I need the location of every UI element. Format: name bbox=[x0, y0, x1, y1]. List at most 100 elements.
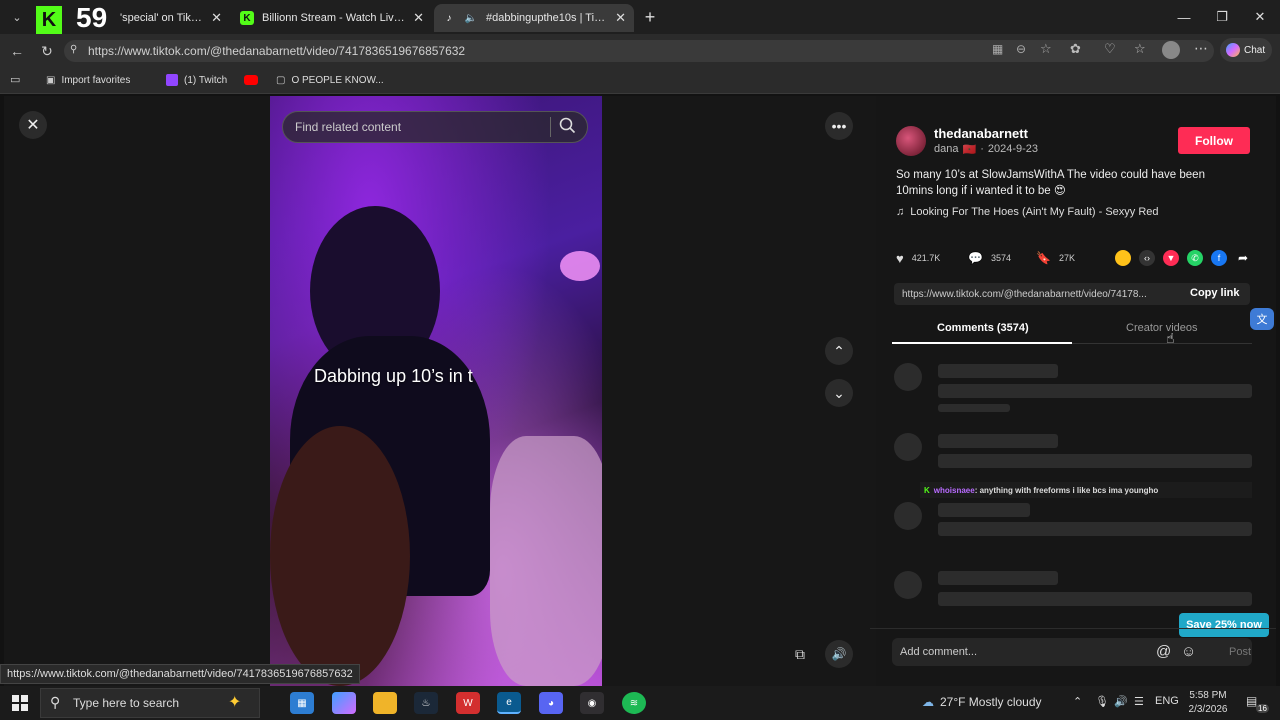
bookmark-label: O PEOPLE KNOW... bbox=[291, 74, 384, 86]
bookmark-label: Import favorites bbox=[61, 74, 131, 86]
taskbar-search-input[interactable]: Type here to search bbox=[40, 688, 260, 718]
microsoft-store-icon[interactable]: ▦ bbox=[290, 692, 314, 714]
search-icon[interactable] bbox=[558, 116, 578, 136]
next-video-button[interactable]: ⌄ bbox=[825, 379, 853, 407]
promo-button[interactable]: Save 25% now bbox=[1179, 613, 1269, 637]
file-explorer-icon[interactable] bbox=[373, 692, 397, 714]
copy-link-button[interactable]: Copy link bbox=[1190, 287, 1240, 299]
bookmark-people-know[interactable]: ▢ O PEOPLE KNOW... bbox=[276, 72, 384, 88]
comment-button[interactable]: 💬 3574 bbox=[968, 250, 1011, 266]
bookmark-youtube[interactable] bbox=[244, 72, 258, 88]
weather-widget[interactable]: ☁ 27°F Mostly cloudy bbox=[922, 695, 1042, 709]
username[interactable]: thedanabarnett bbox=[934, 126, 1028, 141]
comment-skeleton-line bbox=[938, 384, 1252, 398]
mention-icon[interactable]: @ bbox=[1156, 643, 1171, 660]
discord-icon[interactable]: ◕ bbox=[539, 692, 563, 714]
copilot-app-icon[interactable] bbox=[332, 692, 356, 714]
post-comment-button[interactable]: Post bbox=[1229, 646, 1251, 658]
tab-kick-stream[interactable]: K Billionn Stream - Watch Live on Ki ✕ bbox=[232, 4, 432, 32]
person-silhouette bbox=[490, 436, 602, 686]
music-title: Looking For The Hoes (Ain't My Fault) - … bbox=[910, 206, 1159, 218]
search-divider bbox=[550, 117, 551, 137]
tab-title: Billionn Stream - Watch Live on Ki bbox=[262, 12, 405, 24]
whatsapp-icon[interactable]: ✆ bbox=[1187, 250, 1203, 266]
volume-tray-icon[interactable]: 🔊 bbox=[1114, 695, 1128, 708]
send-icon[interactable]: ▼ bbox=[1163, 250, 1179, 266]
app-available-icon[interactable]: ▦ bbox=[992, 42, 1003, 56]
copilot-icon bbox=[1226, 43, 1240, 57]
close-tab-icon[interactable]: ✕ bbox=[615, 10, 626, 26]
copilot-chat-button[interactable]: Chat bbox=[1220, 38, 1272, 62]
like-count: 421.7K bbox=[911, 253, 941, 263]
favorite-star-icon[interactable]: ☆ bbox=[1040, 41, 1052, 57]
tab-tiktok[interactable]: ♪ 🔈 #dabbingupthe10s | TikTok ✕ bbox=[434, 4, 634, 32]
copilot-sparkle-icon[interactable]: ✦ bbox=[228, 692, 241, 712]
clock[interactable]: 5:58 PM 2/3/2026 bbox=[1188, 689, 1228, 717]
link-status-bar: https://www.tiktok.com/@thedanabarnett/v… bbox=[0, 664, 360, 684]
favorites-icon[interactable]: ☆ bbox=[1134, 41, 1146, 57]
edge-browser-icon[interactable]: e bbox=[497, 692, 521, 714]
microphone-icon[interactable]: 🎙 bbox=[1095, 695, 1109, 708]
tray-expand-icon[interactable]: ⌃ bbox=[1073, 695, 1082, 708]
tab-creator-videos[interactable]: Creator videos bbox=[1126, 322, 1198, 334]
meta-dot: · bbox=[980, 143, 984, 155]
close-tab-icon[interactable]: ✕ bbox=[413, 10, 424, 26]
video-player[interactable] bbox=[270, 96, 602, 686]
repost-icon[interactable] bbox=[1115, 250, 1131, 266]
bookmark-twitch[interactable]: (1) Twitch bbox=[166, 72, 227, 88]
obs-icon[interactable]: ◉ bbox=[580, 692, 604, 714]
follow-button[interactable]: Follow bbox=[1178, 127, 1250, 154]
bookmark-import-favorites[interactable]: ▣ Import favorites bbox=[46, 72, 130, 88]
back-button[interactable]: ← bbox=[6, 40, 28, 62]
steam-icon[interactable]: ♨ bbox=[414, 692, 438, 714]
stream-chat-message: K whoisnaee : anything with freeforms i … bbox=[920, 482, 1252, 498]
site-info-icon[interactable]: ⚲ bbox=[70, 44, 77, 55]
avatar[interactable] bbox=[896, 126, 926, 156]
video-caption: Dabbing up 10’s in t bbox=[314, 366, 473, 386]
post-description: So many 10’s at SlowJamsWithA The video … bbox=[896, 169, 1205, 197]
facebook-icon[interactable]: f bbox=[1211, 250, 1227, 266]
restore-button[interactable]: ❐ bbox=[1202, 0, 1242, 34]
window-close-button[interactable]: ✕ bbox=[1240, 0, 1280, 34]
network-icon[interactable]: ☰ bbox=[1134, 695, 1144, 708]
emoji-icon[interactable]: ☺ bbox=[1181, 643, 1196, 660]
language-indicator[interactable]: ENG bbox=[1155, 695, 1179, 707]
music-row[interactable]: ♫ Looking For The Hoes (Ain't My Fault) … bbox=[896, 206, 1159, 218]
reading-view-icon[interactable]: ▭ bbox=[10, 73, 20, 86]
like-button[interactable]: ♥ 421.7K bbox=[896, 250, 940, 266]
wps-office-icon[interactable]: W bbox=[456, 692, 480, 714]
kick-icon: K bbox=[240, 11, 254, 25]
translate-icon[interactable]: 文 bbox=[1250, 308, 1274, 330]
zoom-icon[interactable]: ⊖ bbox=[1016, 42, 1026, 56]
reload-button[interactable]: ↻ bbox=[36, 40, 58, 62]
save-button[interactable]: 🔖 27K bbox=[1036, 250, 1075, 266]
profile-avatar[interactable] bbox=[1162, 41, 1180, 59]
notification-count-badge: 16 bbox=[1256, 704, 1269, 713]
more-menu-icon[interactable]: ⋯ bbox=[1194, 40, 1208, 57]
new-tab-button[interactable]: + bbox=[640, 7, 660, 27]
tab-list-chevron-icon[interactable]: ⌄ bbox=[8, 8, 26, 26]
heart-icon: ♥ bbox=[896, 250, 904, 266]
previous-video-button[interactable]: ⌃ bbox=[825, 337, 853, 365]
tab-comments[interactable]: Comments (3574) bbox=[937, 322, 1029, 334]
tab-special[interactable]: 'special' on TikTok | TikT ✕ bbox=[112, 4, 230, 32]
add-comment-input[interactable]: Add comment... bbox=[892, 638, 1252, 666]
tab-comments-underline bbox=[892, 342, 1072, 344]
embed-icon[interactable]: ‹› bbox=[1139, 250, 1155, 266]
user-meta: dana 🇲🇦 · 2024-9-23 bbox=[934, 143, 1038, 156]
spotify-icon[interactable]: ≋ bbox=[622, 692, 646, 714]
minimize-button[interactable]: — bbox=[1164, 0, 1204, 34]
extensions-icon[interactable]: ✿ bbox=[1070, 41, 1081, 57]
share-arrow-icon[interactable]: ➦ bbox=[1235, 250, 1251, 266]
browser-essentials-icon[interactable]: ♡ bbox=[1104, 41, 1116, 57]
close-video-button[interactable]: ✕ bbox=[19, 111, 47, 139]
close-tab-icon[interactable]: ✕ bbox=[211, 10, 222, 26]
search-icon: ⚲ bbox=[50, 694, 61, 710]
pip-icon[interactable]: ⧉ bbox=[795, 646, 805, 663]
related-search-input[interactable]: Find related content bbox=[282, 111, 588, 143]
volume-button[interactable]: 🔊 bbox=[825, 640, 853, 668]
more-options-icon[interactable]: ••• bbox=[825, 112, 853, 140]
windows-start-icon[interactable] bbox=[8, 692, 32, 714]
hair-silhouette bbox=[270, 426, 410, 686]
mouse-cursor-icon: ☝ bbox=[1166, 330, 1175, 346]
